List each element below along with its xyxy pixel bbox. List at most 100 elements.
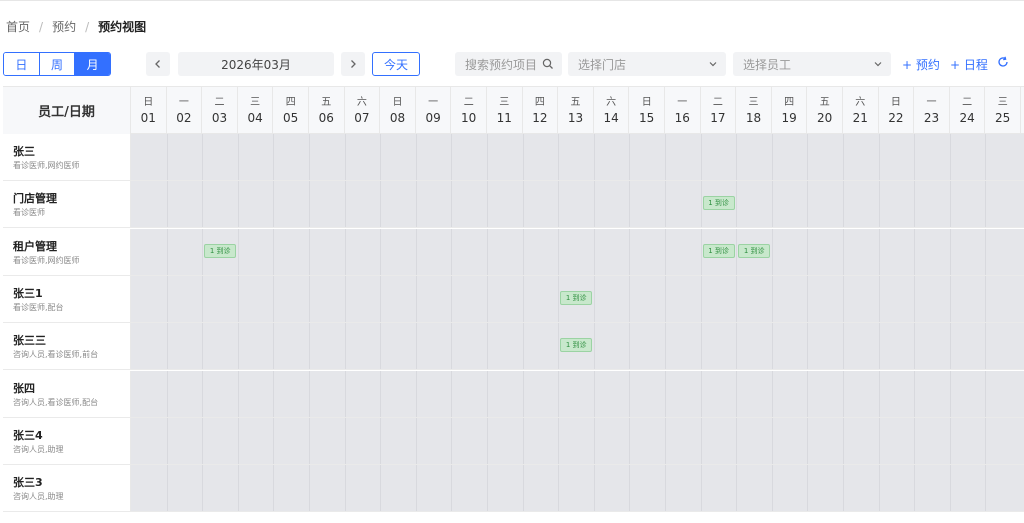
grid-line: [522, 275, 524, 322]
day-header-19: 四 19: [772, 87, 808, 134]
date-label: 08: [389, 111, 406, 125]
weekday-label: 六: [356, 97, 367, 108]
employee-select[interactable]: 选择员工: [733, 52, 891, 76]
weekday-label: 二: [214, 97, 225, 108]
add-appointment-button[interactable]: + 预约: [902, 56, 940, 73]
appointment-badge[interactable]: 1 到诊: [738, 243, 771, 258]
date-label: 12: [532, 111, 548, 125]
employee-roles: 咨询人员,看诊医师,配台: [13, 397, 99, 407]
schedule-cells[interactable]: 1 到诊: [131, 323, 1024, 370]
date-label: 11: [496, 111, 512, 125]
add-schedule-button[interactable]: + 日程: [950, 56, 988, 73]
date-label: 19: [781, 111, 797, 125]
grid-line: [344, 275, 346, 322]
employee-name: 张三1: [13, 286, 43, 300]
breadcrumb-home[interactable]: 首页: [6, 18, 30, 35]
weekday-label: 四: [784, 97, 795, 108]
grid-line: [380, 370, 382, 417]
grid-line: [593, 228, 595, 275]
employee-row: 张三4 咨询人员,助理: [3, 417, 1024, 465]
grid-line: [807, 417, 809, 464]
grid-line: [273, 228, 275, 275]
schedule-cells[interactable]: [131, 465, 1024, 512]
day-header-04: 三 04: [238, 87, 274, 134]
breadcrumb-appointment[interactable]: 预约: [52, 18, 76, 35]
grid-line: [593, 417, 595, 464]
grid-line: [273, 134, 275, 180]
weekday-label: 二: [962, 97, 973, 108]
next-month-button[interactable]: [341, 52, 365, 76]
schedule-cells[interactable]: 1 到诊: [131, 181, 1024, 228]
grid-line: [985, 181, 987, 228]
prev-month-button[interactable]: [146, 52, 170, 76]
grid-line: [451, 417, 453, 464]
grid-line: [771, 228, 773, 275]
employee-select-placeholder: 选择员工: [743, 57, 792, 72]
grid-line: [166, 370, 168, 417]
grid-line: [771, 181, 773, 228]
grid-line: [736, 323, 738, 370]
calendar-header: 员工/日期 日 01 一 02 二 03 三 04 四 05 五 06 六 07 日 08 一 09 二 10 三 11 四…: [3, 86, 1024, 134]
grid-line: [843, 181, 844, 228]
grid-line: [736, 417, 738, 464]
day-header-21: 六 21: [843, 87, 879, 134]
grid-line: [843, 417, 844, 464]
grid-line: [237, 275, 239, 322]
grid-line: [451, 370, 453, 417]
schedule-cells[interactable]: [131, 417, 1024, 464]
schedule-cells[interactable]: 1 到诊 1 到诊 1 到诊: [131, 228, 1024, 275]
weekday-label: 二: [463, 97, 474, 108]
grid-line: [665, 275, 666, 322]
grid-line: [415, 370, 417, 417]
refresh-button[interactable]: [997, 56, 1009, 72]
date-label: 14: [603, 111, 619, 125]
grid-line: [949, 323, 951, 370]
grid-line: [202, 181, 204, 228]
grid-line: [593, 181, 595, 228]
grid-line: [736, 181, 738, 228]
appointment-badge[interactable]: 1 到诊: [204, 243, 237, 258]
view-week-button[interactable]: 周: [39, 53, 76, 75]
date-label: 25: [995, 111, 1011, 125]
view-month-button[interactable]: 月: [75, 53, 110, 75]
grid-line: [380, 228, 382, 275]
grid-line: [415, 134, 417, 180]
appointment-badge[interactable]: 1 到诊: [702, 243, 735, 258]
grid-line: [380, 417, 382, 464]
grid-line: [665, 181, 666, 228]
date-label: 02: [176, 111, 192, 125]
store-select[interactable]: 选择门店: [568, 52, 726, 76]
day-header-02: 一 02: [167, 87, 203, 134]
grid-line: [629, 228, 631, 275]
day-header-11: 三 11: [487, 87, 523, 134]
day-header-22: 日 22: [879, 87, 915, 134]
grid-line: [344, 181, 346, 228]
appointment-badge[interactable]: 1 到诊: [560, 290, 593, 305]
grid-line: [878, 181, 880, 228]
grid-line: [487, 417, 488, 464]
schedule-cells[interactable]: [131, 370, 1024, 417]
grid-line: [878, 228, 880, 275]
grid-line: [629, 465, 631, 512]
appointment-badge[interactable]: 1 到诊: [702, 196, 735, 211]
today-button[interactable]: 今天: [372, 52, 420, 76]
grid-line: [665, 417, 666, 464]
current-month-display[interactable]: 2026年03月: [178, 52, 334, 76]
date-label: 04: [247, 111, 263, 125]
weekday-label: 六: [855, 97, 866, 108]
grid-line: [380, 275, 382, 322]
grid-line: [843, 323, 844, 370]
schedule-cells[interactable]: 1 到诊: [131, 275, 1024, 322]
day-header-23: 一 23: [914, 87, 950, 134]
grid-line: [344, 134, 346, 180]
day-header-09: 一 09: [416, 87, 452, 134]
appointment-badge[interactable]: 1 到诊: [560, 338, 593, 353]
grid-line: [985, 134, 987, 180]
employee-cell: 张四 咨询人员,看诊医师,配台: [3, 370, 131, 417]
schedule-cells[interactable]: [131, 134, 1024, 180]
date-label: 17: [710, 111, 726, 125]
view-day-button[interactable]: 日: [4, 53, 40, 75]
grid-line: [522, 228, 524, 275]
grid-line: [166, 275, 168, 322]
search-input[interactable]: 搜索预约项目: [455, 52, 562, 76]
